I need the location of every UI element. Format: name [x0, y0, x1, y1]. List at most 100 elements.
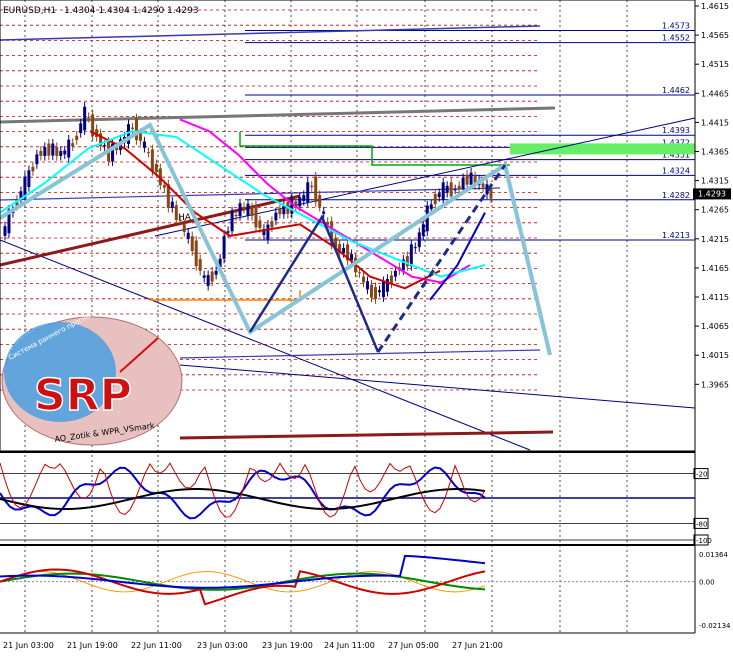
candle-body — [381, 281, 385, 298]
moving-average-line — [429, 212, 486, 301]
osc2-tick-label: 0.00 — [699, 579, 715, 587]
candle-body — [103, 145, 107, 147]
candle-body — [270, 221, 274, 228]
y-tick-label: 1.4115 — [701, 293, 729, 302]
channel-line — [179, 349, 541, 359]
x-tick-label: 21 Jun 19:00 — [67, 641, 118, 650]
osc1-blue-line — [0, 466, 486, 520]
candle-body — [250, 207, 254, 217]
candle-body — [429, 204, 433, 210]
candle-body — [83, 106, 87, 131]
y-tick-label: 1.4465 — [701, 89, 729, 98]
level-label: 1.4282 — [662, 191, 690, 200]
candle-body — [298, 197, 302, 207]
level-label: 1.4552 — [662, 34, 690, 43]
level-label: 1.4573 — [662, 21, 690, 30]
candle-body — [170, 201, 174, 208]
oscillator-panel-2: 0.01364 0.00 -0.02134 — [0, 551, 731, 630]
y-tick-label: 1.4365 — [701, 148, 729, 157]
y-tick-label: 1.4215 — [701, 235, 729, 244]
ohlc-label: 1.4304 1.4304 1.4290 1.4293 — [64, 6, 199, 16]
candle-body — [35, 154, 39, 165]
osc2-tick-label: 0.01364 — [699, 551, 728, 559]
candle-body — [445, 185, 449, 193]
candle-body — [43, 147, 47, 156]
candle-body — [469, 172, 473, 185]
x-tick-label: 23 Jun 19:00 — [262, 641, 313, 650]
channel-line — [0, 187, 501, 201]
candle-body — [421, 224, 425, 236]
candle-body — [39, 150, 43, 156]
y-tick-label: 1.4015 — [701, 351, 729, 360]
candle-body — [182, 224, 186, 233]
candle-body — [413, 247, 417, 249]
candle-body — [55, 147, 59, 156]
x-tick-label: 24 Jun 11:00 — [324, 641, 375, 650]
oscillator-panel-1: -20 -80 -100 — [0, 462, 712, 546]
candle-body — [266, 224, 270, 240]
x-tick-label: 23 Jun 03:00 — [197, 641, 248, 650]
long-trendline — [179, 364, 696, 409]
candle-body — [373, 287, 377, 300]
candle-body — [433, 193, 437, 205]
candle-body — [87, 117, 91, 119]
candle-body — [174, 205, 178, 220]
level-label: 1.4462 — [662, 86, 690, 95]
candle-body — [393, 270, 397, 277]
candle-body — [369, 284, 373, 298]
candle-body — [146, 152, 150, 154]
candle-body — [417, 232, 421, 248]
candle-body — [3, 226, 7, 236]
candle-body — [238, 203, 242, 217]
candle-body — [453, 189, 457, 191]
candle-body — [362, 276, 366, 283]
candle-body — [318, 195, 322, 207]
candle-body — [302, 195, 306, 201]
candle-body — [342, 247, 346, 253]
candle-body — [214, 270, 218, 275]
y-tick-label: 1.4515 — [701, 60, 729, 69]
candle-body — [254, 205, 258, 228]
chart-window[interactable]: 1.4573 1.4552 1.4462 1.4393 1.4372 1.4351 1.43… — [0, 0, 733, 654]
candle-body — [162, 185, 166, 188]
candle-body — [366, 281, 370, 290]
osc1-tick-label: -20 — [696, 471, 707, 479]
y-tick-label: 1.4415 — [701, 118, 729, 127]
candle-body — [210, 271, 214, 282]
candle-body — [385, 278, 389, 292]
osc2-tick-label: -0.02134 — [699, 622, 731, 630]
candle-body — [71, 143, 75, 147]
osc1-tick-label: -100 — [696, 537, 712, 545]
level-label: 1.4393 — [662, 126, 690, 135]
candle-body — [27, 170, 31, 188]
y-tick-label: 1.4315 — [701, 177, 729, 186]
level-label: 1.4213 — [662, 231, 690, 240]
candle-body — [138, 133, 142, 141]
candle-body — [206, 275, 210, 286]
candle-body — [59, 150, 63, 156]
candle-body — [481, 183, 485, 188]
symbol-label: EURUSD,H1 — [3, 6, 56, 16]
candle-body — [154, 164, 158, 172]
candles — [3, 102, 493, 304]
candle-body — [67, 139, 71, 158]
candle-body — [142, 141, 146, 148]
logo-letters: SRP — [34, 370, 132, 421]
candle-body — [377, 290, 381, 293]
level-label: 1.4324 — [662, 166, 690, 175]
y-tick-label: 1.4615 — [701, 2, 729, 11]
candle-body — [134, 118, 138, 141]
candle-body — [31, 166, 35, 172]
x-tick-label: 21 Jun 03:00 — [3, 641, 54, 650]
candle-body — [178, 219, 182, 221]
y-tick-label: 1.4265 — [701, 206, 729, 215]
y-tick-label: 1.4565 — [701, 31, 729, 40]
candle-body — [186, 232, 190, 239]
x-tick-label: 27 Jun 21:00 — [452, 641, 503, 650]
candle-body — [457, 185, 461, 189]
moving-average-line — [89, 130, 441, 290]
candle-body — [274, 212, 278, 221]
candle-body — [75, 135, 79, 141]
current-price-label: 1.4293 — [698, 189, 726, 198]
candle-body — [51, 143, 55, 156]
